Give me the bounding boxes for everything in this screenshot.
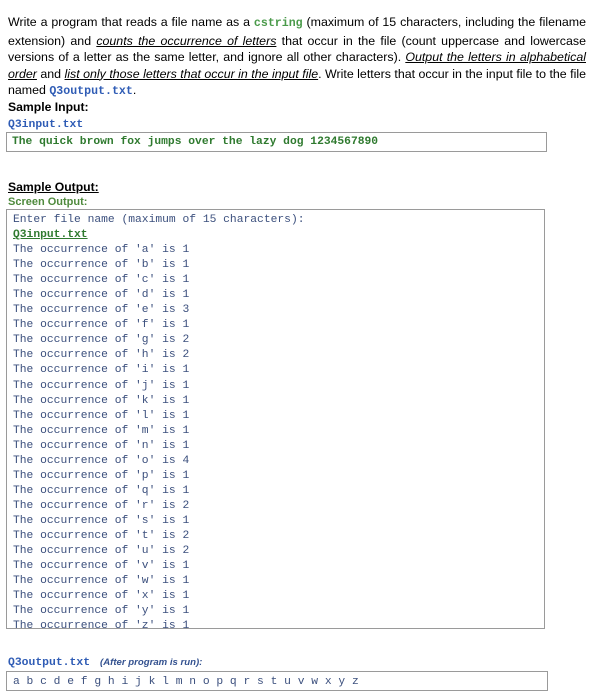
occurrence-line: The occurrence of 'v' is 1 xyxy=(13,560,190,573)
occurrence-line: The occurrence of 'r' is 2 xyxy=(13,499,190,512)
sample-input-heading: Sample Input: xyxy=(8,100,89,114)
occurrence-line: The occurrence of 'a' is 1 xyxy=(13,244,190,257)
problem-statement: Write a program that reads a file name a… xyxy=(8,14,586,100)
occurrence-line: The occurrence of 'y' is 1 xyxy=(13,605,190,618)
occurrence-line: The occurrence of 'n' is 1 xyxy=(13,439,190,452)
occurrence-line: The occurrence of 'j' is 1 xyxy=(13,379,190,392)
output-file-content: a b c d e f g h i j k l m n o p q r s t … xyxy=(13,676,359,688)
occurrence-line: The occurrence of 't' is 2 xyxy=(13,529,190,542)
occurrence-line: The occurrence of 'w' is 1 xyxy=(13,575,190,588)
output-file-box: a b c d e f g h i j k l m n o p q r s t … xyxy=(6,671,548,691)
output-file-note: (After program is run): xyxy=(100,657,203,668)
occurrence-line: The occurrence of 'e' is 3 xyxy=(13,304,190,317)
prompt-text-4: and xyxy=(36,66,65,81)
console-lines: Enter file name (maximum of 15 character… xyxy=(7,210,544,629)
console-prompt-line: Enter file name (maximum of 15 character… xyxy=(13,214,305,226)
screen-output-box: Enter file name (maximum of 15 character… xyxy=(6,209,545,629)
occurrence-line: The occurrence of 'h' is 2 xyxy=(13,349,190,362)
occurrence-line: The occurrence of 'c' is 1 xyxy=(13,274,190,287)
occurrence-line: The occurrence of 'x' is 1 xyxy=(13,590,190,603)
input-file-label: Q3input.txt xyxy=(8,119,84,131)
prompt-text-6: . xyxy=(132,83,137,98)
occurrence-line: The occurrence of 'z' is 1 xyxy=(13,620,190,629)
occurrence-line: The occurrence of 'i' is 1 xyxy=(13,364,190,377)
occurrence-line: The occurrence of 'f' is 1 xyxy=(13,319,190,332)
emphasis-counts-occurrence: counts the occurrence of letters xyxy=(96,33,277,48)
output-file-label: Q3output.txt (After program is run): xyxy=(8,657,202,669)
occurrence-line: The occurrence of 's' is 1 xyxy=(13,514,190,527)
output-filename-reference: Q3output.txt xyxy=(49,85,133,99)
screen-output-label: Screen Output: xyxy=(8,196,88,208)
emphasis-only-occurring-letters: list only those letters that occur in th… xyxy=(64,66,319,81)
sample-input-box: The quick brown fox jumps over the lazy … xyxy=(6,132,547,152)
occurrence-line-list: The occurrence of 'a' is 1 The occurrence… xyxy=(13,243,544,629)
assignment-page: Write a program that reads a file name a… xyxy=(0,0,599,700)
output-file-name: Q3output.txt xyxy=(8,657,91,669)
occurrence-line: The occurrence of 'q' is 1 xyxy=(13,484,190,497)
occurrence-line: The occurrence of 'l' is 1 xyxy=(13,409,190,422)
occurrence-line: The occurrence of 'k' is 1 xyxy=(13,394,190,407)
sample-input-content: The quick brown fox jumps over the lazy … xyxy=(12,136,379,148)
occurrence-line: The occurrence of 'o' is 4 xyxy=(13,454,190,467)
prompt-text-1: Write a program that reads a file name a… xyxy=(8,15,254,30)
sample-output-heading: Sample Output: xyxy=(8,180,99,194)
cstring-keyword: cstring xyxy=(253,17,303,31)
console-entered-filename: Q3input.txt xyxy=(13,229,88,242)
occurrence-line: The occurrence of 'g' is 2 xyxy=(13,334,190,347)
occurrence-line: The occurrence of 'd' is 1 xyxy=(13,289,190,302)
occurrence-line: The occurrence of 'm' is 1 xyxy=(13,424,190,437)
occurrence-line: The occurrence of 'p' is 1 xyxy=(13,469,190,482)
occurrence-line: The occurrence of 'u' is 2 xyxy=(13,545,190,558)
occurrence-line: The occurrence of 'b' is 1 xyxy=(13,259,190,272)
